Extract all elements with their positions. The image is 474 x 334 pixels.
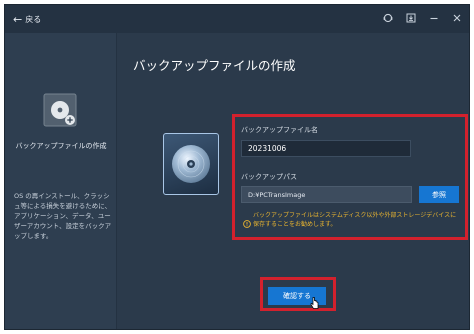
backup-name-label: バックアップファイル名 xyxy=(241,126,318,134)
sidebar-title: バックアップファイルの作成 xyxy=(15,142,107,150)
backup-disk-icon xyxy=(163,133,219,195)
minimize-to-tray-icon[interactable] xyxy=(405,12,417,24)
sidebar-description: OS の再インストール、クラッシュ等による損失を避けるために、アプリケーション、… xyxy=(14,192,112,241)
page-title: バックアップファイルの作成 xyxy=(133,58,296,73)
warning-text: バックアップファイルはシステムディスク以外や外部ストレージデバイスに保存すること… xyxy=(253,212,457,228)
back-arrow-icon: ← xyxy=(13,12,23,26)
close-icon[interactable] xyxy=(451,12,463,24)
mouse-cursor-icon xyxy=(310,295,320,309)
sidebar: バックアップファイルの作成 OS の再インストール、クラッシュ等による損失を避け… xyxy=(5,33,117,329)
app-window: ← 戻る バックアップファイルの作成 OS の再インストール、クラッシュ等による… xyxy=(4,4,470,330)
backup-path-label: バックアップパス xyxy=(241,173,297,181)
minimize-icon[interactable] xyxy=(428,12,440,24)
backup-name-input[interactable]: 20231006 xyxy=(241,140,411,157)
support-icon[interactable] xyxy=(382,12,394,24)
back-label: 戻る xyxy=(25,14,42,24)
backup-path-input[interactable]: D:¥PCTransImage xyxy=(241,186,412,203)
main-panel: バックアップファイルの作成 バックアップファイル名 20231006 バックアッ… xyxy=(117,33,469,329)
back-button[interactable]: ← 戻る xyxy=(13,14,41,25)
warning-icon xyxy=(243,213,251,228)
browse-button[interactable]: 参照 xyxy=(419,186,459,203)
titlebar: ← 戻る xyxy=(5,5,469,33)
window-controls xyxy=(382,12,463,24)
disk-add-icon xyxy=(43,93,77,127)
